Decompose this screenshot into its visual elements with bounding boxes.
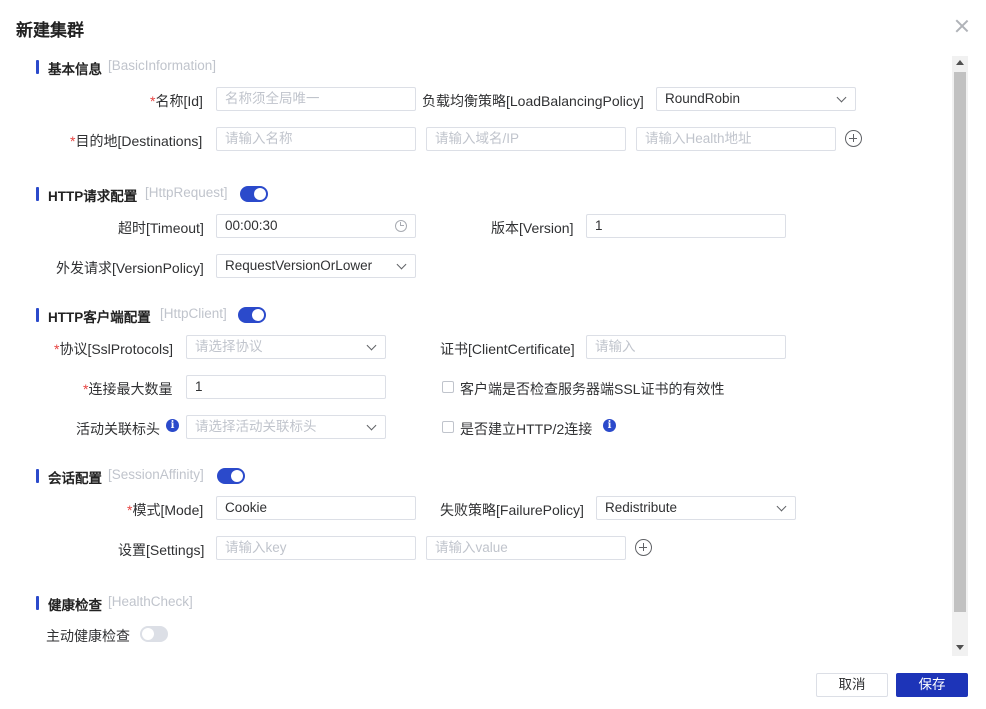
chevron-down-icon [396, 259, 407, 270]
failure-policy-label: 失败策略[FailurePolicy] [440, 502, 584, 518]
section-title-session: 会话配置 [48, 471, 102, 486]
timeout-input[interactable]: 00:00:30 [216, 214, 416, 238]
max-connections-input[interactable]: 1 [186, 375, 386, 399]
section-subtitle-basic: [BasicInformation] [108, 58, 217, 73]
chevron-down-icon [776, 501, 787, 512]
active-health-check-toggle[interactable] [140, 626, 168, 642]
save-button[interactable]: 保存 [896, 673, 968, 697]
add-destination-icon[interactable] [845, 130, 862, 147]
section-subtitle-health: [HealthCheck] [108, 594, 193, 609]
session-toggle[interactable] [217, 468, 245, 484]
version-label: 版本[Version] [491, 220, 574, 236]
scroll-up-icon[interactable] [956, 60, 964, 65]
section-subtitle-session: [SessionAffinity] [108, 467, 204, 482]
destination-health-input[interactable]: 请输入Health地址 [636, 127, 836, 151]
settings-value-input[interactable]: 请输入value [426, 536, 626, 560]
dialog-body: 基本信息 [BasicInformation] *名称[Id] 名称须全局唯一 … [0, 56, 952, 656]
section-title-health: 健康检查 [48, 598, 102, 613]
scroll-down-icon[interactable] [956, 645, 964, 650]
clock-icon [395, 220, 407, 232]
add-setting-icon[interactable] [635, 539, 652, 556]
chevron-down-icon [836, 92, 847, 103]
ssl-protocols-select[interactable]: 请选择协议 [186, 335, 386, 359]
activity-header-label: 活动关联标头 [76, 421, 160, 437]
version-input[interactable]: 1 [586, 214, 786, 238]
ssl-protocols-label: *协议[SslProtocols] [54, 341, 174, 357]
destination-name-input[interactable]: 请输入名称 [216, 127, 416, 151]
destination-domain-input[interactable]: 请输入域名/IP [426, 127, 626, 151]
section-subtitle-http-client: [HttpClient] [160, 306, 227, 321]
section-marker [36, 60, 39, 74]
version-policy-select[interactable]: RequestVersionOrLower [216, 254, 416, 278]
section-marker [36, 187, 39, 201]
check-certificate-label[interactable]: 客户端是否检查服务器端SSL证书的有效性 [460, 379, 724, 399]
close-icon[interactable] [952, 16, 972, 36]
section-title-http-client: HTTP客户端配置 [48, 310, 151, 325]
activity-header-select[interactable]: 请选择活动关联标头 [186, 415, 386, 439]
timeout-label: 超时[Timeout] [118, 220, 204, 236]
active-health-check-label: 主动健康检查 [46, 628, 130, 644]
chevron-down-icon [366, 420, 377, 431]
name-label: *名称[Id] [150, 93, 203, 109]
info-icon[interactable]: i [166, 419, 179, 432]
scrollbar-thumb[interactable] [954, 72, 966, 612]
http-client-toggle[interactable] [238, 307, 266, 323]
check-certificate-checkbox[interactable] [442, 381, 454, 393]
lb-policy-label: 负载均衡策略[LoadBalancingPolicy] [422, 93, 644, 109]
name-input[interactable]: 名称须全局唯一 [216, 87, 416, 111]
section-marker [36, 469, 39, 483]
http2-checkbox[interactable] [442, 421, 454, 433]
section-marker [36, 308, 39, 322]
max-connections-label: *连接最大数量 [83, 381, 173, 397]
section-marker [36, 596, 39, 610]
settings-key-input[interactable]: 请输入key [216, 536, 416, 560]
section-title-http-request: HTTP请求配置 [48, 189, 138, 204]
destinations-label: *目的地[Destinations] [70, 133, 203, 149]
settings-label: 设置[Settings] [118, 542, 205, 558]
mode-input[interactable]: Cookie [216, 496, 416, 520]
client-certificate-input[interactable]: 请输入 [586, 335, 786, 359]
http-request-toggle[interactable] [240, 186, 268, 202]
section-title-basic: 基本信息 [48, 62, 102, 77]
info-icon[interactable]: i [603, 419, 616, 432]
section-subtitle-http-request: [HttpRequest] [145, 185, 228, 200]
client-certificate-label: 证书[ClientCertificate] [440, 341, 575, 357]
lb-policy-select[interactable]: RoundRobin [656, 87, 856, 111]
dialog-title: 新建集群 [16, 21, 84, 40]
http2-label[interactable]: 是否建立HTTP/2连接 [460, 419, 592, 439]
chevron-down-icon [366, 340, 377, 351]
version-policy-label: 外发请求[VersionPolicy] [56, 260, 204, 276]
cancel-button[interactable]: 取消 [816, 673, 888, 697]
mode-label: *模式[Mode] [127, 502, 204, 518]
failure-policy-select[interactable]: Redistribute [596, 496, 796, 520]
